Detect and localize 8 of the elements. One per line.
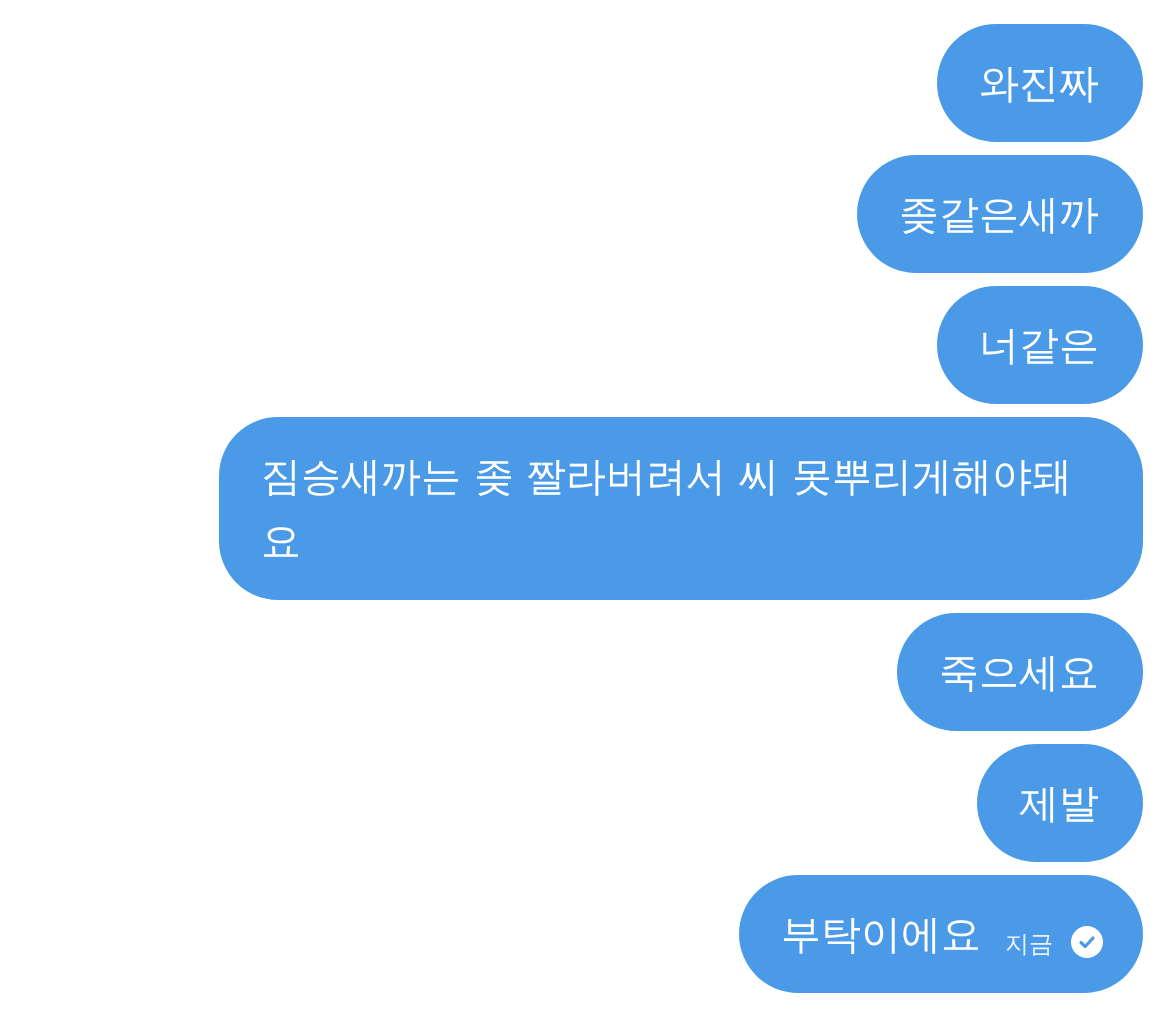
message-bubble: 좆같은새까 — [857, 155, 1143, 273]
message-bubble: 죽으세요 — [897, 613, 1143, 731]
message-bubble: 짐승새까는 좆 짤라버려서 씨 못뿌리게해야돼요 — [219, 417, 1143, 600]
message-bubble: 제발 — [977, 744, 1143, 862]
message-time: 지금 — [1005, 929, 1053, 959]
message-bubble: 와진짜 — [937, 24, 1143, 142]
message-text: 부탁이에요 — [781, 910, 981, 959]
message-bubble: 너같은 — [937, 286, 1143, 404]
